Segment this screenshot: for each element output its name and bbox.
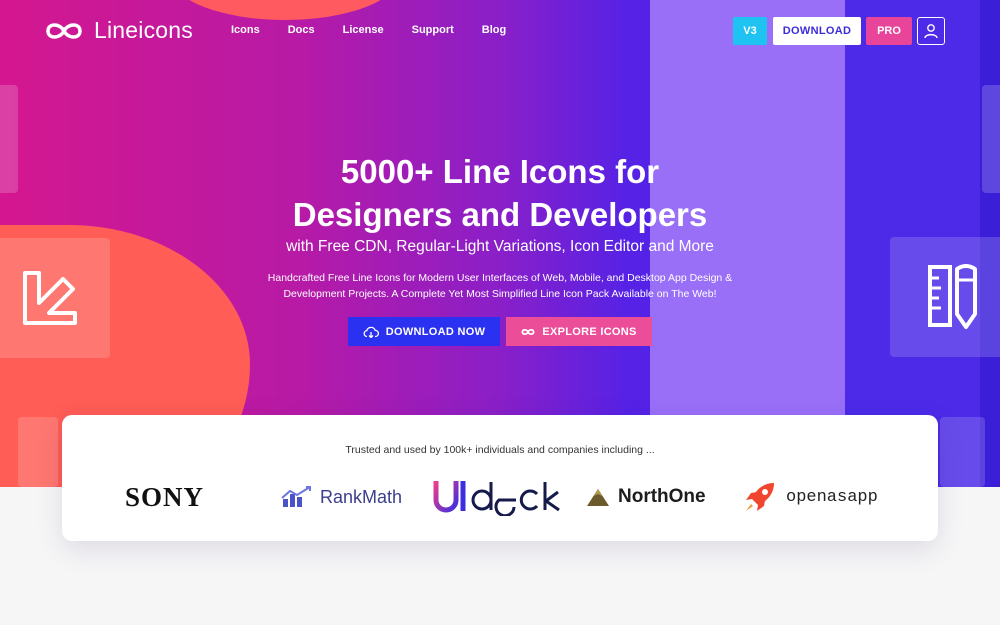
infinity-icon xyxy=(46,22,82,39)
decorative-tile-bottom-left xyxy=(18,417,58,487)
ruler-pencil-icon xyxy=(927,264,977,329)
rankmath-logo: RankMath xyxy=(280,477,402,517)
main-nav: Icons Docs License Support Blog xyxy=(231,24,534,36)
logo-text: Lineicons xyxy=(94,17,193,43)
trusted-by-card: Trusted and used by 100k+ individuals an… xyxy=(62,415,938,541)
decorative-tile-bottom-right xyxy=(940,417,985,487)
uideck-logo xyxy=(432,477,566,517)
site-logo[interactable]: Lineicons xyxy=(44,17,193,44)
hero-description-line-1: Handcrafted Free Line Icons for Modern U… xyxy=(267,272,733,284)
explore-icons-button[interactable]: EXPLORE ICONS xyxy=(506,317,652,346)
pro-button[interactable]: PRO xyxy=(866,17,912,45)
infinity-icon xyxy=(521,328,535,335)
cloud-download-icon xyxy=(363,326,379,338)
navbar: Lineicons Icons Docs License Support Blo… xyxy=(0,0,1000,62)
header-download-button[interactable]: DOWNLOAD xyxy=(773,17,861,45)
nav-link-docs[interactable]: Docs xyxy=(288,24,315,36)
nav-link-blog[interactable]: Blog xyxy=(482,24,506,36)
trusted-by-text: Trusted and used by 100k+ individuals an… xyxy=(345,444,655,456)
explore-icons-label: EXPLORE ICONS xyxy=(542,325,637,338)
rankmath-chart-icon xyxy=(281,486,311,507)
download-now-label: DOWNLOAD NOW xyxy=(385,325,486,338)
uideck-wordmark-icon xyxy=(433,481,560,516)
download-now-button[interactable]: DOWNLOAD NOW xyxy=(348,317,500,346)
hero-description-line-2: Development Projects. A Complete Yet Mos… xyxy=(283,288,717,300)
rankmath-logo-text: RankMath xyxy=(320,486,403,507)
hero-section: Lineicons Icons Docs License Support Blo… xyxy=(0,0,1000,487)
rocket-icon xyxy=(746,483,774,511)
user-account-button[interactable] xyxy=(917,17,945,45)
lineicons-logo-mark-icon xyxy=(23,271,77,325)
openasapp-logo: openasapp xyxy=(742,477,878,517)
nav-link-license[interactable]: License xyxy=(343,24,384,36)
hero-title-line-2: Designers and Developers xyxy=(292,196,708,233)
version-button[interactable]: V3 xyxy=(733,17,767,45)
user-icon xyxy=(924,24,938,39)
nav-link-support[interactable]: Support xyxy=(412,24,454,36)
hero-title-line-1: 5000+ Line Icons for xyxy=(340,153,660,190)
hero-subtitle: with Free CDN, Regular-Light Variations,… xyxy=(286,238,714,255)
hero-title: 5000+ Line Icons for Designers and Devel… xyxy=(0,150,1000,236)
hero-description: Handcrafted Free Line Icons for Modern U… xyxy=(250,270,750,302)
northone-logo: NorthOne xyxy=(586,477,706,517)
sony-logo: SONY xyxy=(125,481,205,512)
openasapp-logo-text: openasapp xyxy=(786,487,878,507)
client-logos: SONY RankMath NorthOne openasapp xyxy=(62,477,938,517)
northone-mountain-icon xyxy=(587,489,609,506)
decorative-tile-left xyxy=(0,238,110,358)
nav-link-icons[interactable]: Icons xyxy=(231,24,260,36)
northone-logo-text: NorthOne xyxy=(618,486,706,507)
